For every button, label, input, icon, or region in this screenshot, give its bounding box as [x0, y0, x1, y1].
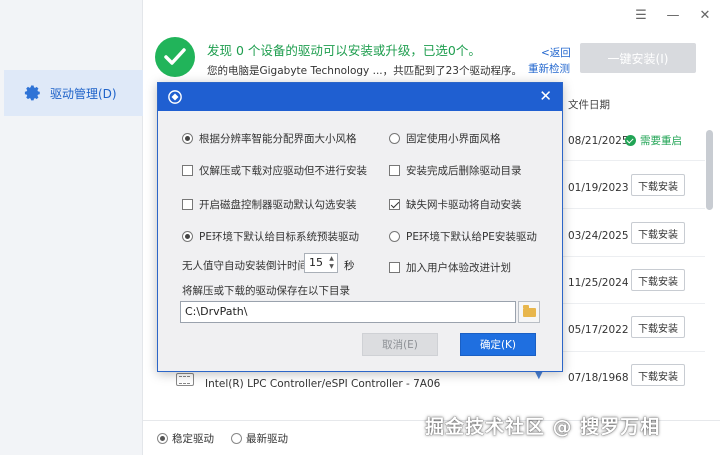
stepper-value[interactable]: 15	[309, 256, 323, 269]
option-auto-install-nic[interactable]: 缺失网卡驱动将自动安装	[389, 197, 522, 212]
option-label: 固定使用小界面风格	[406, 133, 501, 145]
chip-icon	[176, 373, 194, 386]
option-pe-self[interactable]: PE环境下默认给PE安装驱动	[389, 229, 537, 244]
gear-icon	[24, 85, 40, 101]
option-label: PE环境下默认给PE安装驱动	[406, 231, 537, 243]
radio-dot[interactable]	[157, 433, 168, 444]
close-icon[interactable]: ✕	[698, 8, 712, 23]
countdown-stepper[interactable]: 15 ▲ ▼	[304, 253, 338, 273]
download-install-button[interactable]: 下载安装	[631, 222, 685, 244]
scrollbar[interactable]	[706, 110, 713, 410]
settings-dialog: ✕ 根据分辨率智能分配界面大小风格 固定使用小界面风格 仅解压或下载对应驱动但不…	[157, 82, 563, 372]
radio-label: 最新驱动	[246, 433, 288, 445]
download-install-button[interactable]: 下载安装	[631, 364, 685, 386]
app-logo-icon	[168, 90, 182, 104]
browse-folder-button[interactable]	[518, 301, 540, 323]
menu-icon[interactable]: ☰	[634, 8, 648, 23]
option-label: 开启磁盘控制器驱动默认勾选安装	[199, 199, 357, 211]
radio-label: 稳定驱动	[172, 433, 214, 445]
download-install-button[interactable]: 下载安装	[631, 316, 685, 338]
ok-button[interactable]: 确定(K)	[460, 333, 536, 356]
option-user-experience[interactable]: 加入用户体验改进计划	[389, 260, 511, 275]
option-extract-only[interactable]: 仅解压或下载对应驱动但不进行安装	[182, 163, 367, 178]
radio[interactable]	[389, 231, 400, 242]
latest-driver-radio[interactable]: 最新驱动	[231, 431, 288, 446]
back-link[interactable]: <返回	[541, 45, 571, 60]
option-disk-controller[interactable]: 开启磁盘控制器驱动默认勾选安装	[182, 197, 357, 212]
row-date: 05/17/2022	[568, 324, 629, 336]
success-check-icon	[155, 37, 195, 77]
sidebar: 驱动管理(D)	[0, 0, 143, 455]
row-date: 07/18/1968	[568, 372, 629, 384]
radio[interactable]	[389, 133, 400, 144]
download-install-button[interactable]: 下载安装	[631, 269, 685, 291]
driver-name: Intel(R) LPC Controller/eSPI Controller …	[205, 378, 441, 390]
option-label: 根据分辨率智能分配界面大小风格	[199, 133, 357, 145]
option-label: 仅解压或下载对应驱动但不进行安装	[199, 165, 367, 177]
need-restart-badge: 需要重启	[625, 133, 682, 148]
stepper-arrows-icon[interactable]: ▲ ▼	[327, 255, 336, 271]
cancel-button[interactable]: 取消(E)	[362, 333, 438, 356]
option-label: 无人值守自动安装倒计时间:	[182, 260, 312, 272]
radio[interactable]	[182, 231, 193, 242]
check-circle-icon	[625, 135, 636, 146]
row-date: 03/24/2025	[568, 230, 629, 242]
checkbox[interactable]	[182, 199, 193, 210]
save-path-input[interactable]: C:\DrvPath\	[180, 301, 516, 323]
stable-driver-radio[interactable]: 稳定驱动	[157, 431, 214, 446]
checkbox[interactable]	[389, 199, 400, 210]
row-date: 11/25/2024	[568, 277, 629, 289]
checkbox[interactable]	[389, 165, 400, 176]
download-install-button[interactable]: 下载安装	[631, 174, 685, 196]
row-date: 01/19/2023	[568, 182, 629, 194]
sidebar-item-driver-management[interactable]: 驱动管理(D)	[4, 70, 143, 116]
driver-manager-window: 驱动管理(D) ☰ — ✕ 发现 0 个设备的驱动可以安装或升级，已选0个。 您…	[0, 0, 720, 455]
one-click-install-button[interactable]: 一键安装(I)	[580, 43, 696, 73]
minimize-icon[interactable]: —	[666, 8, 680, 23]
option-label: 缺失网卡驱动将自动安装	[406, 199, 522, 211]
sidebar-item-label: 驱动管理(D)	[50, 86, 117, 101]
column-header-file-date: 文件日期	[568, 99, 610, 111]
option-label: 安装完成后删除驱动目录	[406, 165, 522, 177]
dialog-title-bar: ✕	[158, 83, 562, 111]
status-subtitle: 您的电脑是Gigabyte Technology ...，共匹配到了23个驱动程…	[207, 65, 522, 77]
radio[interactable]	[182, 133, 193, 144]
window-controls: ☰ — ✕	[634, 8, 712, 23]
watermark: 掘金技术社区 @ 搜罗万相	[425, 416, 661, 438]
row-date: 08/21/2025	[568, 135, 629, 147]
countdown-label: 无人值守自动安装倒计时间:	[182, 258, 312, 273]
checkbox[interactable]	[389, 262, 400, 273]
option-delete-after-install[interactable]: 安装完成后删除驱动目录	[389, 163, 522, 178]
status-title: 发现 0 个设备的驱动可以安装或升级，已选0个。	[207, 43, 481, 58]
dialog-close-icon[interactable]: ✕	[539, 87, 552, 105]
option-label: 将解压或下载的驱动保存在以下目录	[182, 285, 350, 297]
rescan-link[interactable]: 重新检测	[528, 61, 570, 76]
seconds-label: 秒	[344, 260, 355, 272]
folder-icon	[523, 305, 536, 317]
option-label: 加入用户体验改进计划	[406, 262, 511, 274]
option-fixed-small-ui[interactable]: 固定使用小界面风格	[389, 131, 501, 146]
option-pe-target[interactable]: PE环境下默认给目标系统预装驱动	[182, 229, 359, 244]
checkbox[interactable]	[182, 165, 193, 176]
option-adaptive-ui[interactable]: 根据分辨率智能分配界面大小风格	[182, 131, 357, 146]
scrollbar-thumb[interactable]	[706, 130, 713, 210]
radio-dot[interactable]	[231, 433, 242, 444]
save-dir-label: 将解压或下载的驱动保存在以下目录	[182, 283, 350, 298]
badge-label: 需要重启	[640, 135, 682, 147]
option-label: PE环境下默认给目标系统预装驱动	[199, 231, 359, 243]
